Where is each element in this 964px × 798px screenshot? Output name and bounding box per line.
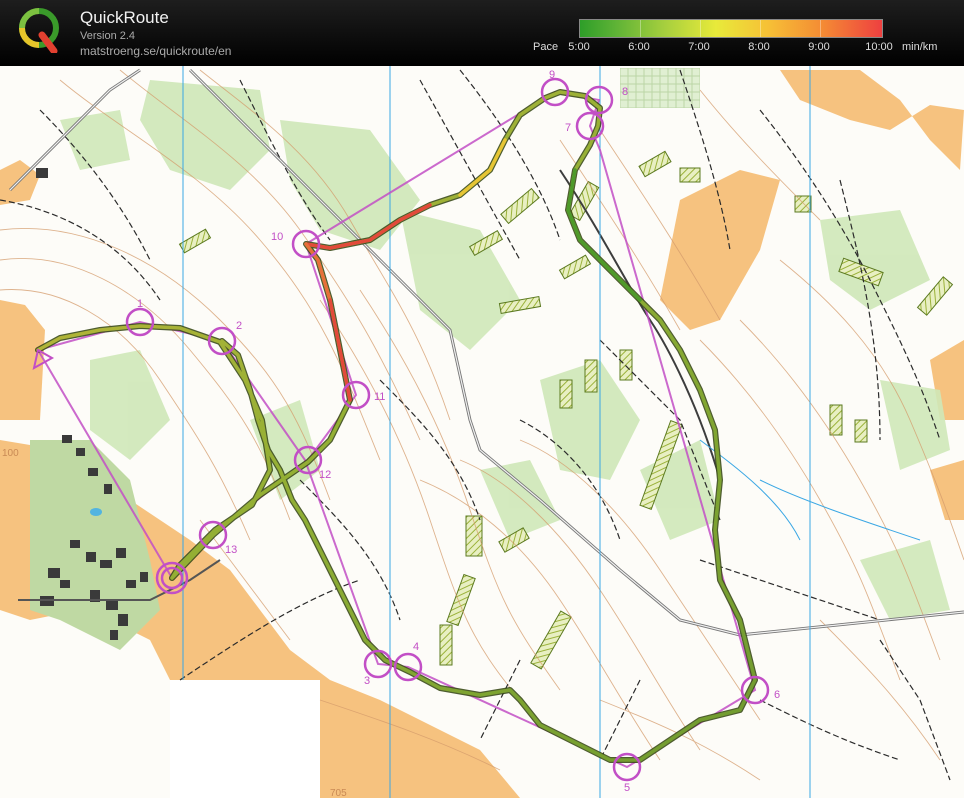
control-number: 7 bbox=[565, 122, 571, 134]
marsh-area bbox=[620, 68, 700, 108]
control-number: 9 bbox=[549, 69, 555, 81]
control-number: 6 bbox=[774, 689, 780, 701]
elevation-label: 705 bbox=[330, 788, 347, 798]
control-number: 3 bbox=[364, 675, 370, 687]
control-number: 1 bbox=[137, 298, 143, 310]
orienteering-map[interactable]: 1 2 3 4 5 6 7 8 9 10 11 12 13 100 705 bbox=[0, 66, 964, 798]
quickroute-window: QuickRoute Version 2.4 matstroeng.se/qui… bbox=[0, 0, 964, 798]
control-number: 12 bbox=[319, 469, 331, 481]
pace-tick-label: 8:00 bbox=[748, 41, 770, 53]
pace-tick-label: 9:00 bbox=[808, 41, 830, 53]
pace-tick-label: 10:00 bbox=[865, 41, 893, 53]
unmapped-area bbox=[170, 680, 320, 798]
control-number: 5 bbox=[624, 782, 630, 794]
control-number: 8 bbox=[622, 86, 628, 98]
pace-tick-label: 7:00 bbox=[688, 41, 710, 53]
pace-scale-divider bbox=[640, 20, 641, 37]
app-url: matstroeng.se/quickroute/en bbox=[80, 44, 232, 58]
pace-tick-label: 6:00 bbox=[628, 41, 650, 53]
pace-label: Pace bbox=[533, 41, 559, 53]
app-title: QuickRoute bbox=[80, 8, 169, 27]
pace-scale-divider bbox=[820, 20, 821, 37]
control-number: 13 bbox=[225, 544, 237, 556]
control-number: 2 bbox=[236, 320, 242, 332]
quickroute-logo-icon bbox=[19, 8, 59, 53]
pace-scale-divider bbox=[760, 20, 761, 37]
pace-scale-divider bbox=[700, 20, 701, 37]
app-version: Version 2.4 bbox=[80, 30, 136, 42]
pace-unit-label: min/km bbox=[902, 41, 938, 53]
header-bar: QuickRoute Version 2.4 matstroeng.se/qui… bbox=[0, 0, 964, 66]
elevation-label: 100 bbox=[2, 448, 19, 459]
control-number: 4 bbox=[413, 641, 419, 653]
control-number: 11 bbox=[374, 391, 385, 403]
control-number: 10 bbox=[271, 231, 283, 243]
pace-color-scale bbox=[579, 19, 883, 38]
pace-tick-label: 5:00 bbox=[568, 41, 590, 53]
